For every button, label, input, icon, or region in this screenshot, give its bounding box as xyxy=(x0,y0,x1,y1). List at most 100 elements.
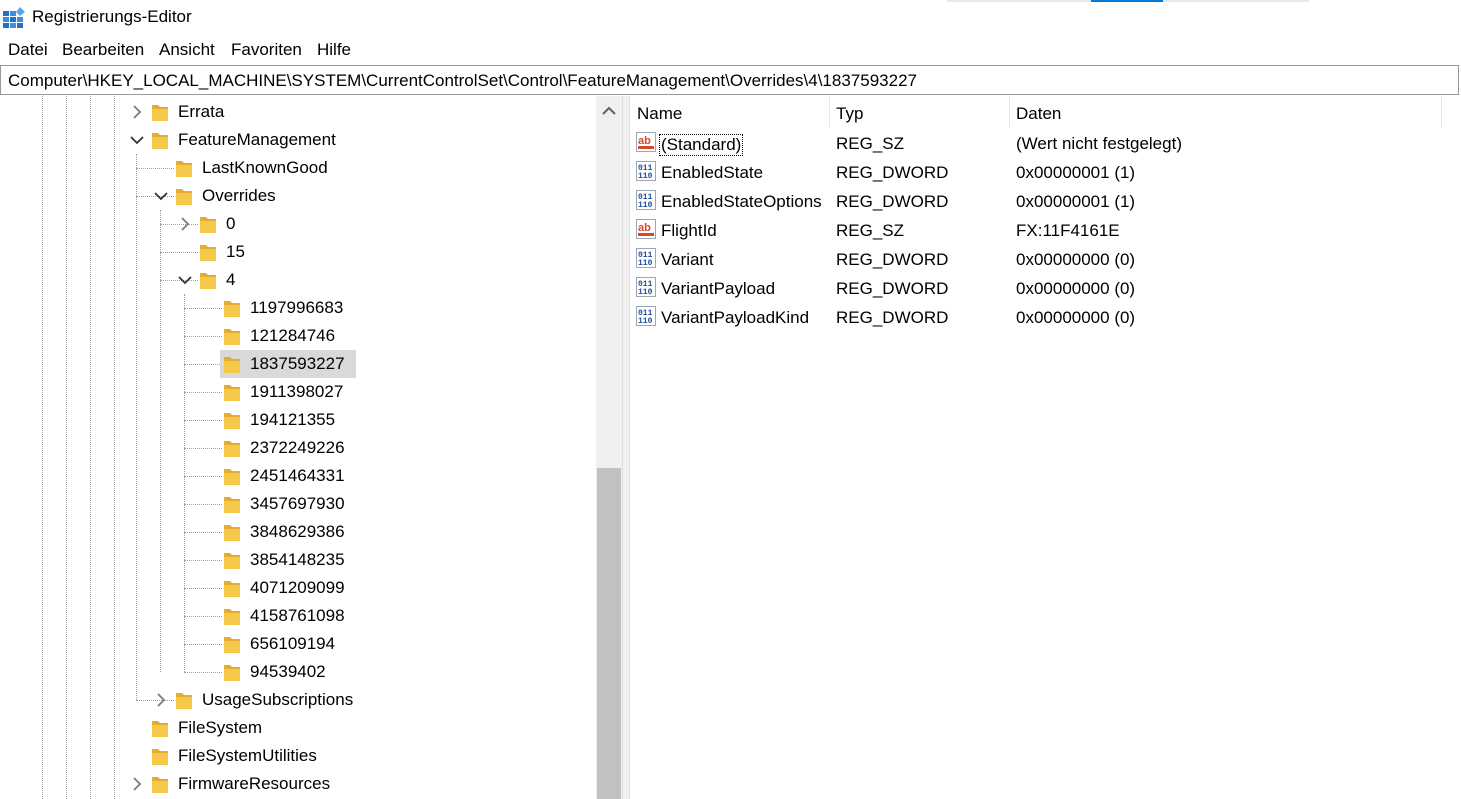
scroll-up-arrow-icon[interactable] xyxy=(596,96,622,124)
title-bar[interactable]: Registrierungs-Editor xyxy=(0,0,1461,36)
chevron-down-icon[interactable] xyxy=(154,182,168,210)
folder-icon xyxy=(152,747,168,765)
tree-node-label: UsageSubscriptions xyxy=(202,690,354,709)
menu-ansicht[interactable]: Ansicht xyxy=(159,40,215,60)
value-data: (Wert nicht festgelegt) xyxy=(1016,134,1182,153)
value-name: (Standard) xyxy=(659,134,744,156)
column-header-name[interactable]: Name xyxy=(630,96,830,128)
tree-node[interactable]: 656109194 xyxy=(0,630,596,658)
binary-value-icon: 011 110 xyxy=(636,306,656,326)
value-type: REG_SZ xyxy=(836,221,905,240)
tree-node[interactable]: 194121355 xyxy=(0,406,596,434)
tree-node[interactable]: 4071209099 xyxy=(0,574,596,602)
folder-icon xyxy=(224,327,240,345)
value-type: REG_DWORD xyxy=(836,163,949,182)
tree-node[interactable]: LastKnownGood xyxy=(0,154,596,182)
tree-node-label: FileSystemUtilities xyxy=(178,746,317,765)
tree-node[interactable]: 3854148235 xyxy=(0,546,596,574)
value-row[interactable]: 011 110 Variant REG_DWORD 0x00000000 (0) xyxy=(630,245,1461,274)
tree-node-label: 2451464331 xyxy=(250,466,345,485)
tree-node[interactable]: 2451464331 xyxy=(0,462,596,490)
string-value-icon: ab xyxy=(636,132,656,152)
tree-node-label: 194121355 xyxy=(250,410,336,429)
value-type: REG_DWORD xyxy=(836,192,949,211)
tree-node[interactable]: FileSystemUtilities xyxy=(0,742,596,770)
folder-icon xyxy=(224,411,240,429)
tree-node[interactable]: FileSystem xyxy=(0,714,596,742)
folder-icon xyxy=(224,467,240,485)
tree-node[interactable]: 4158761098 xyxy=(0,602,596,630)
menu-hilfe[interactable]: Hilfe xyxy=(317,40,351,60)
tree-node[interactable]: UsageSubscriptions xyxy=(0,686,596,714)
tree-node[interactable]: 3848629386 xyxy=(0,518,596,546)
value-data: 0x00000000 (0) xyxy=(1016,279,1136,298)
tree-node[interactable]: 3457697930 xyxy=(0,490,596,518)
values-list[interactable]: Name Typ Daten ab (Standard) REG_SZ (Wert n… xyxy=(630,96,1461,799)
tree-node-label: 94539402 xyxy=(250,662,326,681)
tree-node-label: FileSystem xyxy=(178,718,263,737)
tree-node-label: 3848629386 xyxy=(250,522,345,541)
folder-icon xyxy=(176,187,192,205)
chevron-right-icon[interactable] xyxy=(178,210,192,238)
value-row[interactable]: 011 110 VariantPayload REG_DWORD 0x00000000 … xyxy=(630,274,1461,303)
tree-scrollbar[interactable] xyxy=(596,96,622,799)
value-name: Variant xyxy=(661,250,714,269)
folder-icon xyxy=(152,103,168,121)
folder-icon xyxy=(224,355,240,373)
tree-node[interactable]: 94539402 xyxy=(0,658,596,686)
chevron-down-icon[interactable] xyxy=(178,266,192,294)
value-name: FlightId xyxy=(661,221,717,240)
value-name: VariantPayloadKind xyxy=(661,308,810,327)
value-row[interactable]: 011 110 EnabledState REG_DWORD 0x00000001 (1… xyxy=(630,158,1461,187)
tree-node[interactable]: FirmwareResources xyxy=(0,770,596,798)
tree-node-label: 1837593227 xyxy=(250,354,345,373)
column-header-name-label: Name xyxy=(637,104,683,123)
menu-bearbeiten[interactable]: Bearbeiten xyxy=(62,40,144,60)
value-row[interactable]: ab (Standard) REG_SZ (Wert nicht festgelegt… xyxy=(630,129,1461,158)
address-path[interactable]: Computer\HKEY_LOCAL_MACHINE\SYSTEM\Curre… xyxy=(8,71,917,91)
scroll-thumb[interactable] xyxy=(597,468,621,799)
tree-node-label: 121284746 xyxy=(250,326,336,345)
pane-splitter[interactable] xyxy=(622,96,630,799)
title-accent-strip-active xyxy=(1091,0,1163,2)
tree-node[interactable]: Overrides xyxy=(0,182,596,210)
tree-node[interactable]: 4 xyxy=(0,266,596,294)
tree-node[interactable]: 121284746 xyxy=(0,322,596,350)
column-header-type[interactable]: Typ xyxy=(830,96,1010,128)
tree-node[interactable]: 0 xyxy=(0,210,596,238)
tree-node[interactable]: 1911398027 xyxy=(0,378,596,406)
chevron-right-icon[interactable] xyxy=(130,770,144,798)
folder-icon xyxy=(224,607,240,625)
column-header-data[interactable]: Daten xyxy=(1010,96,1442,128)
folder-icon xyxy=(224,439,240,457)
tree-node[interactable]: 1197996683 xyxy=(0,294,596,322)
folder-icon xyxy=(176,691,192,709)
folder-icon xyxy=(200,243,216,261)
title-accent-strip xyxy=(947,0,1091,2)
folder-icon xyxy=(224,579,240,597)
svg-text:110: 110 xyxy=(638,201,653,210)
tree-node[interactable]: 15 xyxy=(0,238,596,266)
column-separator[interactable] xyxy=(1441,96,1442,128)
chevron-right-icon[interactable] xyxy=(130,98,144,126)
menu-datei[interactable]: Datei xyxy=(8,40,48,60)
tree-node[interactable]: 1837593227 xyxy=(0,350,596,378)
value-row[interactable]: ab FlightId REG_SZ FX:11F4161E xyxy=(630,216,1461,245)
tree-node[interactable]: Errata xyxy=(0,98,596,126)
address-bar[interactable]: Computer\HKEY_LOCAL_MACHINE\SYSTEM\Curre… xyxy=(0,65,1459,95)
key-tree[interactable]: Errata FeatureManagement LastKnownGood Over… xyxy=(0,96,622,799)
menu-favoriten[interactable]: Favoriten xyxy=(231,40,302,60)
folder-icon xyxy=(224,551,240,569)
menu-bar: Datei Bearbeiten Ansicht Favoriten Hilfe xyxy=(0,37,1461,63)
tree-node-label: Overrides xyxy=(202,186,276,205)
chevron-down-icon[interactable] xyxy=(130,126,144,154)
tree-node-label: 4158761098 xyxy=(250,606,345,625)
chevron-right-icon[interactable] xyxy=(154,686,168,714)
value-row[interactable]: 011 110 EnabledStateOptions REG_DWORD 0x0000… xyxy=(630,187,1461,216)
folder-icon xyxy=(152,131,168,149)
value-row[interactable]: 011 110 VariantPayloadKind REG_DWORD 0x00000… xyxy=(630,303,1461,332)
binary-value-icon: 011 110 xyxy=(636,190,656,210)
tree-node[interactable]: FeatureManagement xyxy=(0,126,596,154)
tree-node[interactable]: 2372249226 xyxy=(0,434,596,462)
tree-node-label: 0 xyxy=(226,214,236,233)
